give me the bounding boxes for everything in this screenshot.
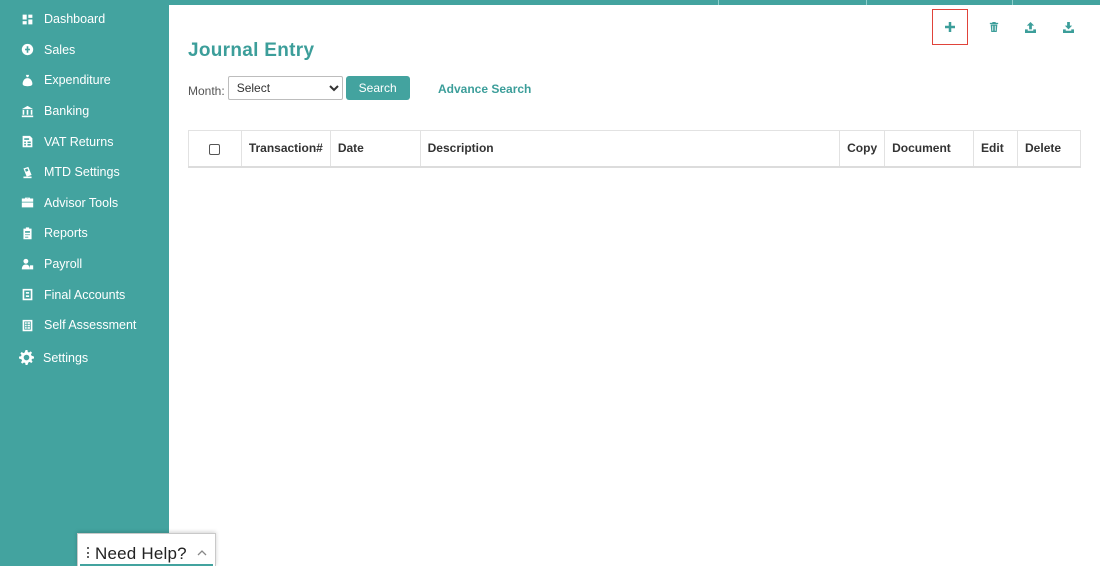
gear-icon xyxy=(18,350,34,366)
sidebar-item-label: Dashboard xyxy=(44,12,106,27)
plus-icon xyxy=(945,22,955,32)
column-header-date[interactable]: Date xyxy=(329,130,421,168)
select-all-cell xyxy=(188,130,242,168)
sidebar-item-reports[interactable]: Reports xyxy=(0,218,169,249)
sidebar-item-label: MTD Settings xyxy=(44,165,120,180)
expenditure-icon xyxy=(20,73,34,87)
upload-icon xyxy=(1024,21,1036,33)
add-button[interactable] xyxy=(932,9,968,45)
sidebar-item-label: Self Assessment xyxy=(44,318,137,333)
trash-icon xyxy=(989,22,999,32)
sidebar-item-label: Advisor Tools xyxy=(44,195,119,210)
column-header-transaction[interactable]: Transaction# xyxy=(240,130,331,168)
column-header-copy: Copy xyxy=(839,130,886,168)
month-select[interactable]: Select xyxy=(227,76,343,100)
upload-button[interactable] xyxy=(1012,9,1048,45)
delete-button[interactable] xyxy=(976,9,1012,45)
journal-entry-table: Transaction# Date Description Copy Docum… xyxy=(188,130,1081,168)
download-button[interactable] xyxy=(1050,9,1086,45)
sidebar-item-label: Expenditure xyxy=(44,73,111,88)
sidebar-item-label: Settings xyxy=(43,350,89,365)
sidebar: Dashboard Sales Expenditure Banking VAT … xyxy=(0,0,169,566)
column-header-description[interactable]: Description xyxy=(419,130,841,168)
sidebar-item-mtd-settings[interactable]: MTD Settings xyxy=(0,157,169,188)
select-all-checkbox[interactable] xyxy=(209,143,221,155)
dashboard-icon xyxy=(20,12,34,26)
payroll-icon xyxy=(20,257,34,271)
search-button[interactable]: Search xyxy=(345,76,410,100)
sidebar-item-vat-returns[interactable]: VAT Returns xyxy=(0,126,169,157)
column-header-document: Document xyxy=(884,130,975,168)
sidebar-item-sales[interactable]: Sales xyxy=(0,35,169,66)
column-header-edit: Edit xyxy=(973,130,1019,168)
sidebar-item-label: Sales xyxy=(44,42,76,57)
bank-icon xyxy=(20,104,34,118)
sidebar-item-label: Payroll xyxy=(44,257,83,272)
download-icon xyxy=(1062,21,1074,33)
sidebar-item-label: Banking xyxy=(44,104,90,119)
sidebar-item-advisor-tools[interactable]: Advisor Tools xyxy=(0,188,169,219)
sidebar-nav: Dashboard Sales Expenditure Banking VAT … xyxy=(0,4,169,373)
month-label: Month: xyxy=(188,84,225,98)
sidebar-item-dashboard[interactable]: Dashboard xyxy=(0,4,169,35)
sidebar-item-settings[interactable]: Settings xyxy=(0,343,169,374)
advance-search-link[interactable]: Advance Search xyxy=(438,82,531,96)
sidebar-item-payroll[interactable]: Payroll xyxy=(0,249,169,280)
sidebar-item-expenditure[interactable]: Expenditure xyxy=(0,65,169,96)
reports-icon xyxy=(20,226,34,240)
vat-returns-icon xyxy=(20,135,34,149)
sidebar-item-banking[interactable]: Banking xyxy=(0,96,169,127)
final-accounts-icon xyxy=(20,288,34,302)
briefcase-icon xyxy=(20,196,34,210)
column-header-delete: Delete xyxy=(1017,130,1081,168)
drag-handle-icon[interactable] xyxy=(87,547,90,560)
main-content: Journal Entry Month: Select Search Advan… xyxy=(169,5,1100,566)
table-header-row: Transaction# Date Description Copy Docum… xyxy=(188,130,1081,168)
month-filter: Month: Select Search xyxy=(188,76,410,100)
sidebar-item-self-assessment[interactable]: Self Assessment xyxy=(0,310,169,341)
page-title: Journal Entry xyxy=(188,40,315,61)
sidebar-item-label: VAT Returns xyxy=(44,134,114,149)
self-assessment-icon xyxy=(20,318,34,332)
sidebar-item-label: Reports xyxy=(44,226,88,241)
sidebar-item-final-accounts[interactable]: Final Accounts xyxy=(0,279,169,310)
sales-icon xyxy=(20,43,34,57)
sidebar-item-label: Final Accounts xyxy=(44,287,126,302)
mtd-settings-icon xyxy=(20,165,34,179)
